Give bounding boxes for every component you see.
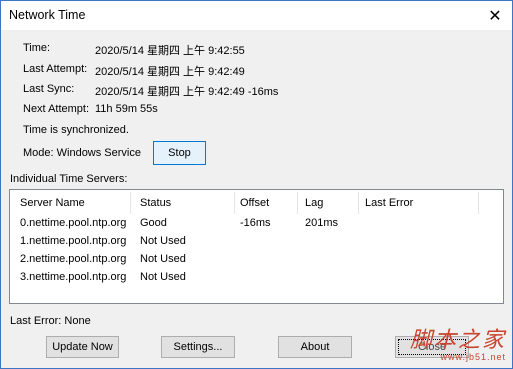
status-cell: Not Used: [140, 271, 186, 283]
mode-text: Mode: Windows Service: [23, 147, 141, 159]
status-cell: Not Used: [140, 253, 186, 265]
stop-button[interactable]: Stop: [153, 141, 206, 165]
close-icon[interactable]: ✕: [478, 1, 512, 30]
update-now-button[interactable]: Update Now: [46, 336, 119, 358]
server-name-cell: 3.nettime.pool.ntp.org: [20, 271, 127, 283]
network-time-window: Network Time ✕ Time: 2020/5/14 星期四 上午 9:…: [0, 0, 513, 369]
server-name-cell: 2.nettime.pool.ntp.org: [20, 253, 127, 265]
next-attempt-value: 11h 59m 55s: [95, 103, 158, 115]
settings-button[interactable]: Settings...: [161, 336, 235, 358]
column-separator[interactable]: [234, 192, 235, 214]
time-servers-list[interactable]: Server Name Status Offset Lag Last Error…: [9, 189, 504, 304]
last-error-text: Last Error: None: [10, 315, 91, 327]
last-sync-label: Last Sync:: [23, 83, 75, 95]
site-watermark: 脚本之家 www.jb51.net: [410, 322, 506, 362]
column-header-last-error[interactable]: Last Error: [365, 194, 413, 212]
status-cell: Good: [140, 217, 167, 229]
column-header-status[interactable]: Status: [140, 194, 171, 212]
column-header-offset[interactable]: Offset: [240, 194, 269, 212]
column-separator[interactable]: [478, 192, 479, 214]
status-cell: Not Used: [140, 235, 186, 247]
last-sync-value: 2020/5/14 星期四 上午 9:42:49 -16ms: [95, 86, 279, 98]
watermark-logo-text: 脚本之家: [409, 328, 506, 353]
server-name-cell: 1.nettime.pool.ntp.org: [20, 235, 127, 247]
next-attempt-label: Next Attempt:: [23, 103, 90, 115]
column-separator[interactable]: [297, 192, 298, 214]
last-attempt-value: 2020/5/14 星期四 上午 9:42:49: [95, 66, 245, 78]
last-attempt-label: Last Attempt:: [23, 63, 88, 75]
about-button[interactable]: About: [278, 336, 352, 358]
offset-cell: -16ms: [240, 217, 271, 229]
time-label: Time:: [23, 42, 51, 54]
sync-status-text: Time is synchronized.: [23, 124, 129, 136]
servers-section-label: Individual Time Servers:: [10, 173, 128, 185]
server-name-cell: 0.nettime.pool.ntp.org: [20, 217, 127, 229]
window-title: Network Time: [9, 8, 86, 22]
column-separator[interactable]: [130, 192, 131, 214]
title-bar[interactable]: Network Time ✕: [1, 1, 512, 30]
column-separator[interactable]: [358, 192, 359, 214]
lag-cell: 201ms: [305, 217, 339, 229]
time-value: 2020/5/14 星期四 上午 9:42:55: [95, 45, 245, 57]
column-header-lag[interactable]: Lag: [305, 194, 323, 212]
column-header-server-name[interactable]: Server Name: [20, 194, 85, 212]
